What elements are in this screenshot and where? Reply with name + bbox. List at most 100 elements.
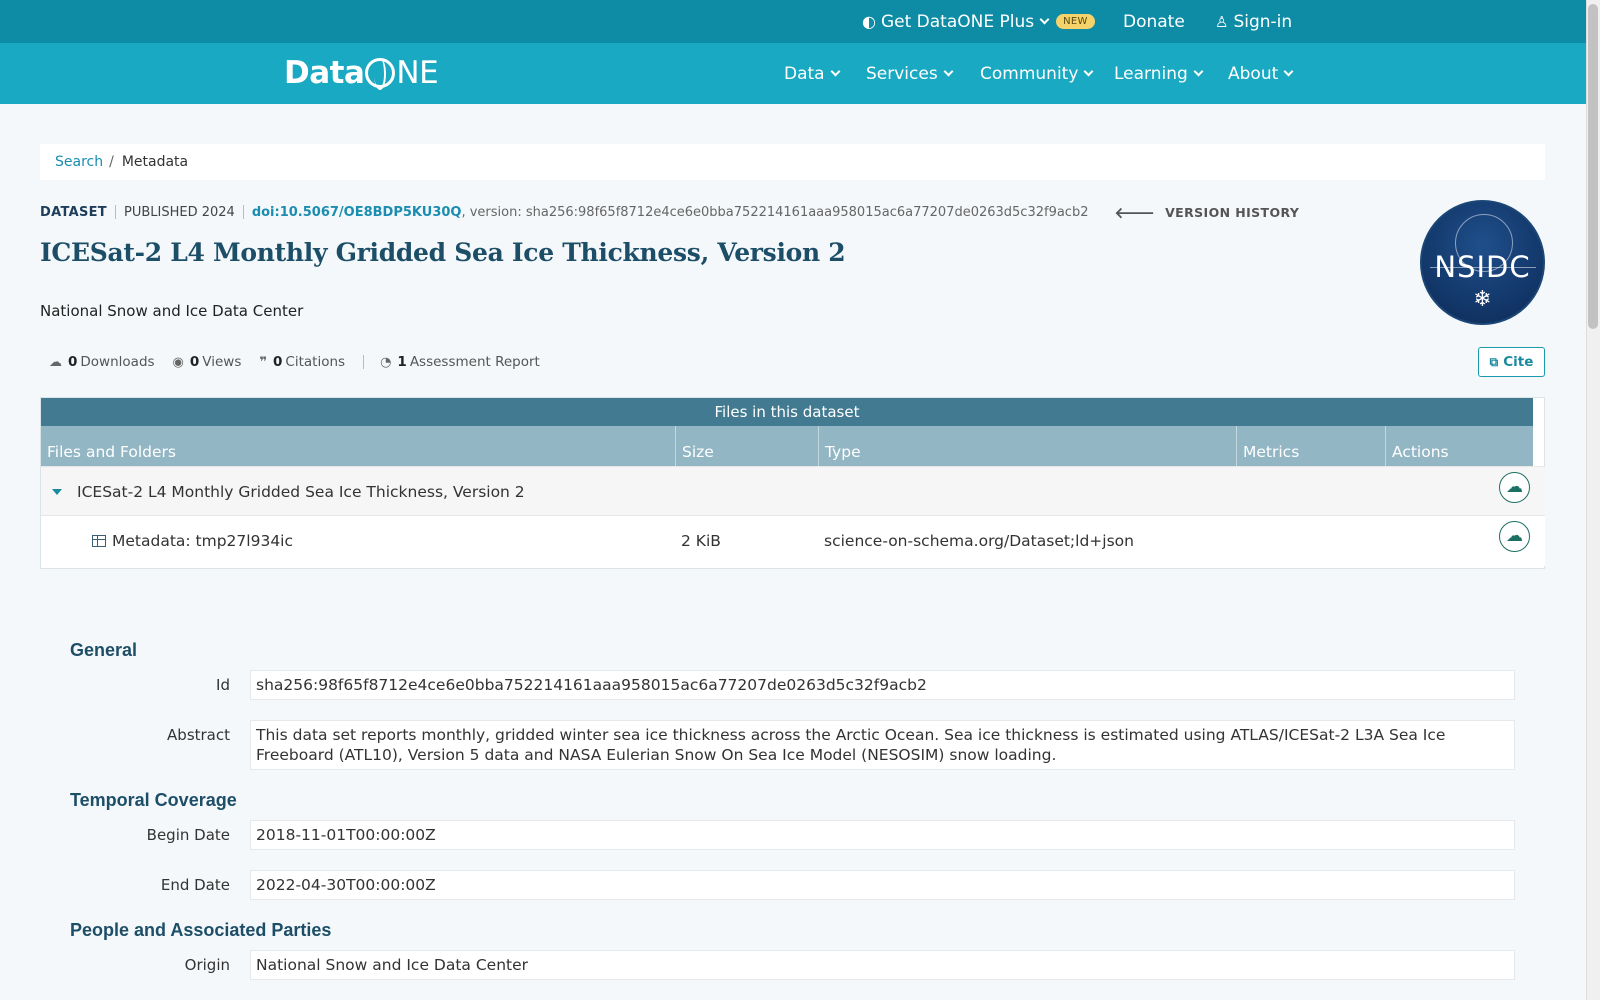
divider: [114, 205, 116, 219]
nav-learning-label: Learning: [1114, 63, 1188, 84]
column-metrics: Metrics: [1236, 426, 1385, 466]
cloud-download-icon: ☁: [1506, 526, 1523, 546]
cloud-download-icon: ☁: [49, 354, 62, 370]
eye-icon: ◉: [172, 354, 184, 370]
chevron-down-icon: [1193, 66, 1204, 76]
copy-icon: ⧉: [1489, 354, 1499, 369]
nav-about[interactable]: About: [1228, 43, 1294, 104]
caret-down-icon[interactable]: [52, 488, 62, 495]
file-name-cell[interactable]: Metadata: tmp27l934ic: [92, 516, 293, 565]
sign-in-link[interactable]: ♙ Sign-in: [1215, 0, 1292, 43]
top-bar: ◐ Get DataONE Plus NEW Donate ♙ Sign-in: [0, 0, 1586, 43]
dataset-stats: ☁ 0 Downloads ◉ 0 Views ❞ 0 Citations ◔ …: [49, 352, 558, 372]
abstract-value: This data set reports monthly, gridded w…: [250, 720, 1515, 770]
cloud-download-icon: ☁: [1506, 477, 1523, 497]
version-history-label: VERSION HISTORY: [1165, 204, 1300, 220]
page-scrollbar[interactable]: [1586, 0, 1600, 1000]
column-type: Type: [818, 426, 1236, 466]
arrow-left-icon: 🡐: [1114, 203, 1156, 222]
downloads-count: 0: [68, 354, 78, 370]
logo-rest-text: NE: [396, 55, 439, 91]
gauge-icon: ◔: [380, 354, 392, 370]
views-stat: ◉ 0 Views: [173, 354, 242, 370]
general-heading: General: [70, 640, 138, 660]
citations-count: 0: [273, 354, 283, 370]
origin-label: Origin: [184, 956, 230, 974]
file-size: 2 KiB: [681, 531, 721, 550]
new-badge: NEW: [1056, 14, 1095, 29]
end-date-value: 2022-04-30T00:00:00Z: [250, 870, 1515, 900]
chevron-down-icon: [1283, 66, 1294, 76]
breadcrumb-separator: /: [109, 154, 114, 170]
nav-services-label: Services: [866, 63, 938, 84]
get-dataone-plus-label: Get DataONE Plus: [880, 11, 1035, 32]
scrollbar-thumb[interactable]: [1588, 4, 1598, 329]
globe-icon: [365, 58, 396, 90]
nav-learning[interactable]: Learning: [1114, 43, 1204, 104]
begin-date-label: Begin Date: [146, 826, 230, 844]
quote-icon: ❞: [259, 354, 268, 370]
citations-label: Citations: [285, 354, 346, 370]
version-text: , version: sha256:98f65f8712e4ce6e0bba75…: [461, 204, 1089, 220]
dataset-meta-line: DATASET PUBLISHED 2024 doi:10.5067/OE8BD…: [40, 201, 1299, 223]
nsidc-logo: NSIDC ❄: [1420, 200, 1545, 325]
column-size: Size: [675, 426, 818, 466]
cite-label: Cite: [1503, 354, 1534, 370]
cite-button[interactable]: ⧉ Cite: [1478, 347, 1545, 377]
assessment-report-stat[interactable]: ◔ 1 Assessment Report: [380, 354, 540, 370]
file-name: Metadata: tmp27l934ic: [112, 531, 294, 550]
nsidc-logo-text: NSIDC: [1434, 250, 1531, 284]
donate-link[interactable]: Donate: [1123, 0, 1185, 43]
main-nav: Data NE Data Services Community Learning…: [0, 43, 1586, 104]
assessment-label: Assessment Report: [409, 354, 540, 370]
get-dataone-plus-menu[interactable]: ◐ Get DataONE Plus NEW: [862, 0, 1095, 43]
table-icon: [92, 534, 106, 547]
chevron-down-icon: [1039, 14, 1050, 24]
breadcrumb: Search / Metadata: [40, 144, 1545, 180]
abstract-label: Abstract: [167, 726, 230, 744]
citations-stat: ❞ 0 Citations: [259, 354, 345, 370]
snowflake-icon: ❄: [1473, 287, 1492, 312]
table-row: Metadata: tmp27l934ic 2 KiB science-on-s…: [41, 516, 1545, 566]
user-icon: ♙: [1215, 12, 1229, 31]
views-count: 0: [189, 354, 200, 370]
column-files-and-folders: Files and Folders: [47, 443, 177, 461]
files-table-header: Files and Folders Size Type Metrics Acti…: [41, 426, 1533, 466]
breadcrumb-search-link[interactable]: Search: [55, 154, 103, 170]
package-name-cell[interactable]: ICESat-2 L4 Monthly Gridded Sea Ice Thic…: [52, 467, 525, 516]
nav-about-label: About: [1228, 63, 1279, 84]
chevron-down-icon: [1083, 66, 1094, 76]
divider: [242, 205, 244, 219]
id-label: Id: [216, 676, 230, 694]
download-file-button[interactable]: ☁: [1499, 521, 1530, 552]
id-value: sha256:98f65f8712e4ce6e0bba752214161aaa9…: [250, 670, 1515, 700]
column-actions: Actions: [1385, 426, 1533, 466]
divider: [363, 355, 365, 369]
download-package-button[interactable]: ☁: [1499, 472, 1530, 503]
people-heading: People and Associated Parties: [70, 920, 332, 940]
assessment-count: 1: [397, 354, 407, 370]
breadcrumb-current: Metadata: [121, 154, 189, 170]
dataset-organization: National Snow and Ice Data Center: [40, 302, 304, 320]
temporal-coverage-heading: Temporal Coverage: [70, 790, 237, 810]
nav-community[interactable]: Community: [980, 43, 1094, 104]
nav-community-label: Community: [980, 63, 1079, 84]
files-table: Files in this dataset Files and Folders …: [40, 397, 1545, 569]
version-history-link[interactable]: 🡐 VERSION HISTORY: [1114, 203, 1299, 222]
dataset-title: ICESat-2 L4 Monthly Gridded Sea Ice Thic…: [40, 238, 846, 267]
files-table-caption: Files in this dataset: [41, 398, 1533, 426]
dataone-logo[interactable]: Data NE: [284, 53, 439, 93]
views-label: Views: [202, 354, 242, 370]
file-type: science-on-schema.org/Dataset;ld+json: [824, 531, 1134, 550]
published-label: PUBLISHED 2024: [123, 204, 235, 220]
begin-date-value: 2018-11-01T00:00:00Z: [250, 820, 1515, 850]
nav-services[interactable]: Services: [866, 43, 954, 104]
downloads-label: Downloads: [80, 354, 155, 370]
doi-link[interactable]: doi:10.5067/OE8BDP5KU30Q: [252, 205, 462, 220]
globe-plus-icon: ◐: [862, 12, 876, 31]
nav-data-label: Data: [784, 63, 825, 84]
logo-data-text: Data: [284, 55, 365, 91]
nav-data[interactable]: Data: [784, 43, 841, 104]
package-name: ICESat-2 L4 Monthly Gridded Sea Ice Thic…: [77, 482, 525, 501]
origin-value: National Snow and Ice Data Center: [250, 950, 1515, 980]
